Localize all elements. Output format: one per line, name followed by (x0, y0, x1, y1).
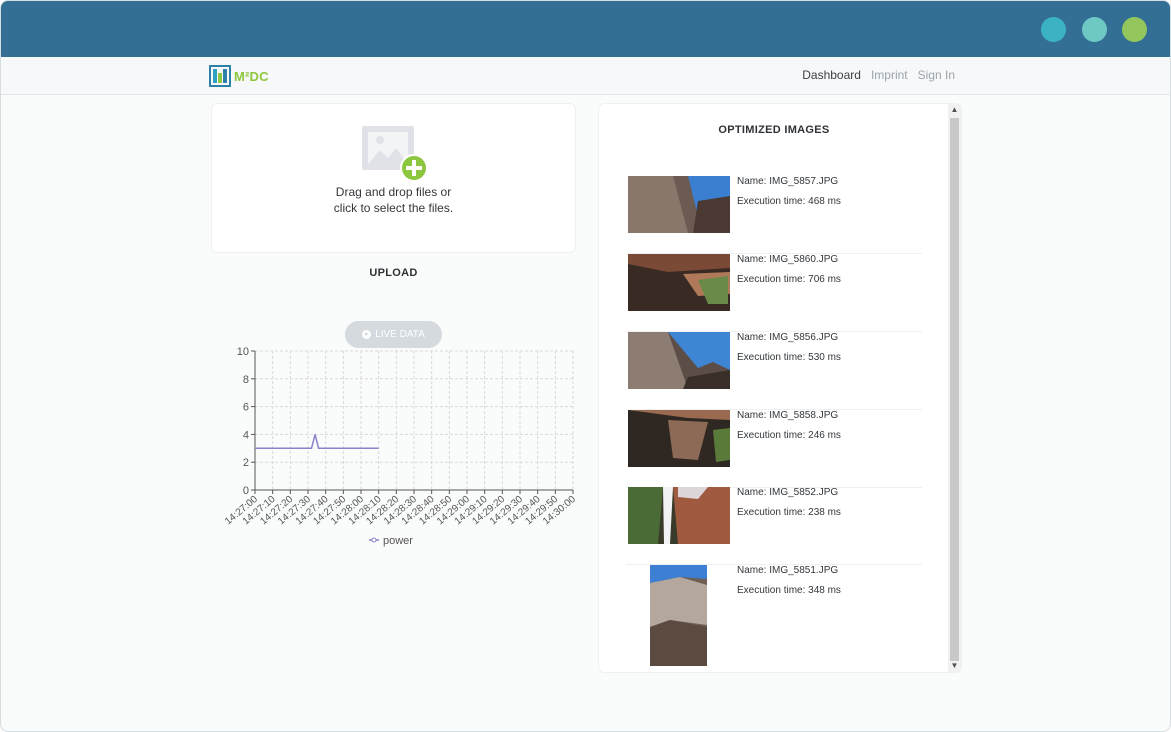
app-window: M²DC Dashboard Imprint Sign In Drag and … (0, 0, 1171, 732)
upload-instructions: Drag and drop files or click to select t… (212, 184, 575, 216)
image-name: Name: IMG_5856.JPG (737, 332, 839, 343)
image-meta: Name: IMG_5856.JPG Execution time: 530 m… (737, 332, 841, 372)
image-name: Name: IMG_5851.JPG (737, 565, 839, 576)
nav-sign-in[interactable]: Sign In (918, 68, 955, 82)
image-meta: Name: IMG_5858.JPG Execution time: 246 m… (737, 410, 841, 450)
image-row[interactable]: Name: IMG_5857.JPG Execution time: 468 m… (626, 176, 922, 254)
image-thumbnail[interactable] (650, 565, 707, 666)
upload-heading: UPLOAD (369, 267, 418, 279)
y-tick-label: 8 (243, 374, 249, 386)
live-data-label: LIVE DATA (375, 329, 425, 340)
nav-dashboard[interactable]: Dashboard (802, 68, 861, 82)
y-tick-label: 0 (243, 485, 249, 497)
legend-label: power (383, 535, 413, 547)
image-row[interactable]: Name: IMG_5856.JPG Execution time: 530 m… (626, 332, 922, 410)
y-tick-label: 2 (243, 457, 249, 469)
nav-imprint[interactable]: Imprint (871, 68, 908, 82)
image-name: Name: IMG_5857.JPG (737, 176, 839, 187)
upload-line-2: click to select the files. (333, 201, 454, 215)
image-exec-time: Execution time: 238 ms (737, 507, 841, 518)
scroll-up-icon[interactable]: ▲ (948, 104, 961, 116)
image-thumbnail[interactable] (628, 254, 730, 311)
y-tick-label: 4 (243, 429, 249, 441)
optimized-images-heading: OPTIMIZED IMAGES (718, 124, 830, 136)
image-thumbnail[interactable] (628, 487, 730, 544)
navbar: M²DC Dashboard Imprint Sign In (1, 57, 1170, 95)
image-row[interactable]: Name: IMG_5851.JPG Execution time: 348 m… (626, 565, 922, 672)
upload-dropzone[interactable]: Drag and drop files or click to select t… (211, 103, 576, 253)
image-thumbnail[interactable] (628, 176, 730, 233)
image-row[interactable]: Name: IMG_5860.JPG Execution time: 706 m… (626, 254, 922, 332)
image-name: Name: IMG_5852.JPG (737, 487, 839, 498)
window-dot-3[interactable] (1122, 17, 1147, 42)
window-dot-2[interactable] (1082, 17, 1107, 42)
image-meta: Name: IMG_5851.JPG Execution time: 348 m… (737, 565, 841, 605)
image-exec-time: Execution time: 706 ms (737, 274, 841, 285)
image-meta: Name: IMG_5852.JPG Execution time: 238 m… (737, 487, 841, 527)
window-titlebar (1, 1, 1170, 57)
images-scrollbar[interactable]: ▲ ▼ (948, 104, 961, 672)
image-meta: Name: IMG_5860.JPG Execution time: 706 m… (737, 254, 841, 294)
image-row[interactable]: Name: IMG_5852.JPG Execution time: 238 m… (626, 487, 922, 565)
image-thumbnail[interactable] (628, 410, 730, 467)
image-row[interactable]: Name: IMG_5858.JPG Execution time: 246 m… (626, 410, 922, 488)
nav-links: Dashboard Imprint Sign In (802, 68, 955, 82)
image-name: Name: IMG_5858.JPG (737, 410, 839, 421)
logo-text: M²DC (234, 68, 269, 84)
image-exec-time: Execution time: 246 ms (737, 430, 841, 441)
logo[interactable]: M²DC (209, 65, 269, 87)
image-meta: Name: IMG_5857.JPG Execution time: 468 m… (737, 176, 841, 216)
image-name: Name: IMG_5860.JPG (737, 254, 839, 265)
image-exec-time: Execution time: 530 ms (737, 352, 841, 363)
y-tick-label: 10 (237, 346, 249, 358)
image-thumbnail[interactable] (628, 332, 730, 389)
upload-line-1: Drag and drop files or (335, 185, 452, 199)
series-line-power (255, 434, 379, 450)
logo-icon (209, 65, 231, 87)
window-dot-1[interactable] (1041, 17, 1066, 42)
add-image-icon (362, 126, 428, 182)
y-tick-label: 6 (243, 402, 249, 414)
scrollbar-thumb[interactable] (950, 118, 959, 661)
live-data-button[interactable]: LIVE DATA (345, 321, 442, 348)
image-exec-time: Execution time: 348 ms (737, 585, 841, 596)
image-exec-time: Execution time: 468 ms (737, 196, 841, 207)
play-icon (362, 330, 372, 339)
scroll-down-icon[interactable]: ▼ (948, 660, 961, 672)
power-chart: 024681014:27:0014:27:1014:27:2014:27:301… (223, 346, 578, 547)
legend-marker (371, 537, 377, 543)
optimized-images-panel: OPTIMIZED IMAGES Name: IMG_5857.JPG Exec… (598, 103, 962, 673)
